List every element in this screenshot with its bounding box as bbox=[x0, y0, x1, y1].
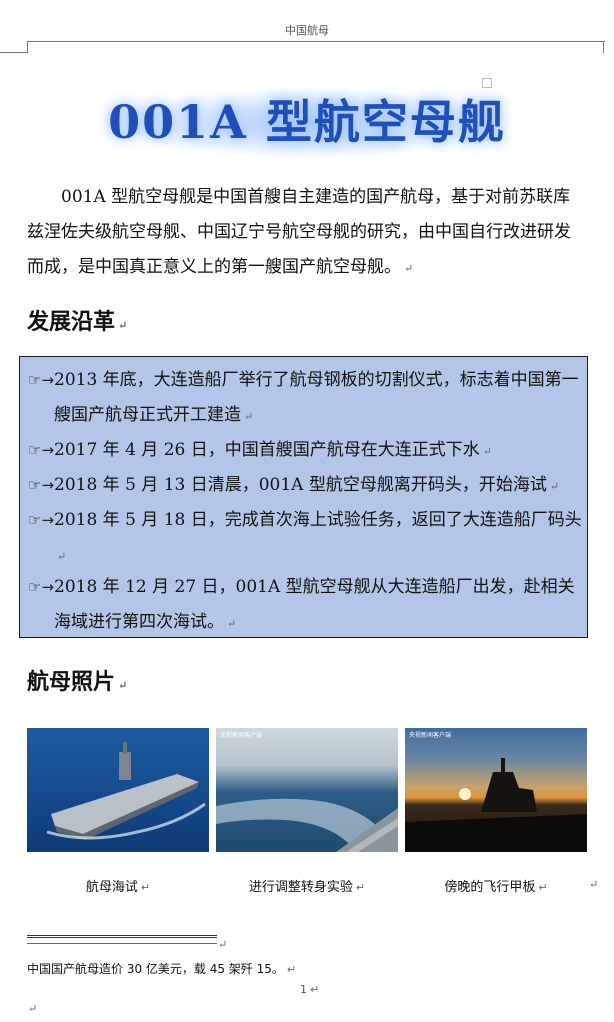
paragraph-mark-icon: ↵ bbox=[538, 881, 548, 894]
caption-text: 进行调整转身实验 bbox=[248, 880, 353, 895]
heading-photos[interactable]: 航母照片 ↵ bbox=[27, 664, 127, 696]
photo-evening-deck[interactable]: 央视新闻客户端 bbox=[405, 728, 587, 852]
timeline-item[interactable]: ☞→ 2013 年底，大连造船厂举行了航母钢板的切割仪式，标志着中国第一艘国产航… bbox=[28, 363, 583, 434]
paragraph-mark-icon: ↵ bbox=[244, 410, 254, 423]
timeline-item[interactable]: ☞→ 2018 年 5 月 18 日，完成首次海上试验任务，返回了大连造船厂码头… bbox=[28, 503, 583, 574]
timeline-item-text: 2018 年 5 月 18 日，完成首次海上试验任务，返回了大连造船厂码头 bbox=[54, 510, 582, 530]
footnote-separator-secondary bbox=[27, 943, 217, 944]
heading-development[interactable]: 发展沿革 ↵ bbox=[27, 304, 127, 336]
pointing-hand-icon: ☞→ bbox=[28, 511, 55, 529]
caption-text: 傍晚的飞行甲板 bbox=[444, 880, 536, 895]
paragraph-mark-icon: ↵ bbox=[118, 319, 128, 332]
timeline-item-text: 2013 年底，大连造船厂举行了航母钢板的切割仪式，标志着中国第一艘国产航母正式… bbox=[54, 370, 579, 425]
paragraph-mark-icon: ↵ bbox=[589, 878, 599, 891]
photo-sea-trial[interactable] bbox=[27, 728, 209, 852]
paragraph-mark-icon: ↵ bbox=[355, 881, 366, 894]
page-number: 1 ↵ bbox=[300, 983, 319, 996]
carrier-illustration bbox=[46, 742, 206, 840]
caption-photo-2[interactable]: 进行调整转身实验 ↵ bbox=[216, 876, 398, 895]
footnote-text: 中国国产航母造价 30 亿美元，载 45 架歼 15。 bbox=[27, 962, 284, 976]
pointing-hand-icon: ☞→ bbox=[28, 441, 55, 459]
timeline-box[interactable]: ☞→ 2013 年底，大连造船厂举行了航母钢板的切割仪式，标志着中国第一艘国产航… bbox=[19, 356, 588, 638]
paragraph-mark-icon: ↵ bbox=[57, 550, 67, 563]
pointing-hand-icon: ☞→ bbox=[28, 578, 55, 596]
timeline-item[interactable]: ☞→ 2018 年 5 月 13 日清晨，001A 型航空母舰离开码头，开始海试… bbox=[28, 468, 583, 504]
heading-development-text: 发展沿革 bbox=[27, 309, 116, 335]
paragraph-mark-icon: ↵ bbox=[549, 480, 560, 493]
paragraph-mark-icon: ↵ bbox=[140, 881, 151, 894]
timeline-item[interactable]: ☞→ 2018 年 12 月 27 日，001A 型航空母舰从大连造船厂出发，赴… bbox=[28, 570, 583, 641]
paragraph-mark-icon: ↵ bbox=[218, 938, 228, 951]
timeline-item-text: 2018 年 12 月 27 日，001A 型航空母舰从大连造船厂出发，赴相关海… bbox=[54, 577, 575, 632]
intro-paragraph[interactable]: 001A 型航空母舰是中国首艘自主建造的国产航母，基于对前苏联库兹涅佐夫级航空母… bbox=[27, 180, 585, 286]
pointing-hand-icon: ☞→ bbox=[28, 371, 55, 389]
paragraph-mark-icon: ↵ bbox=[118, 679, 128, 692]
title-block[interactable]: 001A 型航空母舰 bbox=[0, 80, 614, 160]
pointing-hand-icon: ☞→ bbox=[28, 476, 55, 494]
paragraph-mark-icon: ↵ bbox=[227, 617, 237, 630]
paragraph-mark-icon: ↵ bbox=[482, 445, 492, 458]
heading-photos-text: 航母照片 bbox=[27, 669, 116, 695]
photo-turning-test[interactable]: 央视新闻客户端 bbox=[216, 728, 398, 852]
header-text: 中国航母 bbox=[285, 24, 329, 37]
deck-silhouette-illustration bbox=[405, 758, 587, 852]
header-divider bbox=[27, 41, 605, 42]
text-box-anchor-icon bbox=[482, 78, 492, 88]
timeline-item[interactable]: ☞→ 2017 年 4 月 26 日，中国首艘国产航母在大连正式下水 ↵ bbox=[28, 433, 583, 469]
paragraph-mark-icon: ↵ bbox=[404, 262, 414, 275]
timeline-item-text: 2018 年 5 月 13 日清晨，001A 型航空母舰离开码头，开始海试 bbox=[54, 475, 547, 495]
footnote[interactable]: 中国国产航母造价 30 亿美元，载 45 架歼 15。 ↵ bbox=[27, 960, 296, 977]
header-corner-left bbox=[0, 41, 28, 53]
paragraph-mark-icon: ↵ bbox=[286, 963, 297, 976]
header-corner-right bbox=[603, 41, 605, 53]
caption-text: 航母海试 bbox=[85, 880, 138, 895]
caption-photo-3[interactable]: 傍晚的飞行甲板 ↵ bbox=[405, 876, 587, 895]
caption-photo-1[interactable]: 航母海试 ↵ bbox=[27, 876, 209, 895]
footnote-separator bbox=[27, 935, 217, 938]
wake-illustration bbox=[216, 798, 398, 852]
timeline-item-text: 2017 年 4 月 26 日，中国首艘国产航母在大连正式下水 bbox=[54, 440, 480, 460]
paragraph-mark-icon: ↵ bbox=[310, 983, 320, 996]
intro-text: 001A 型航空母舰是中国首艘自主建造的国产航母，基于对前苏联库兹涅佐夫级航空母… bbox=[27, 187, 571, 277]
document-title[interactable]: 001A 型航空母舰 bbox=[0, 86, 614, 152]
paragraph-mark-icon: ↵ bbox=[28, 1002, 38, 1015]
page-number-text: 1 bbox=[300, 983, 307, 996]
